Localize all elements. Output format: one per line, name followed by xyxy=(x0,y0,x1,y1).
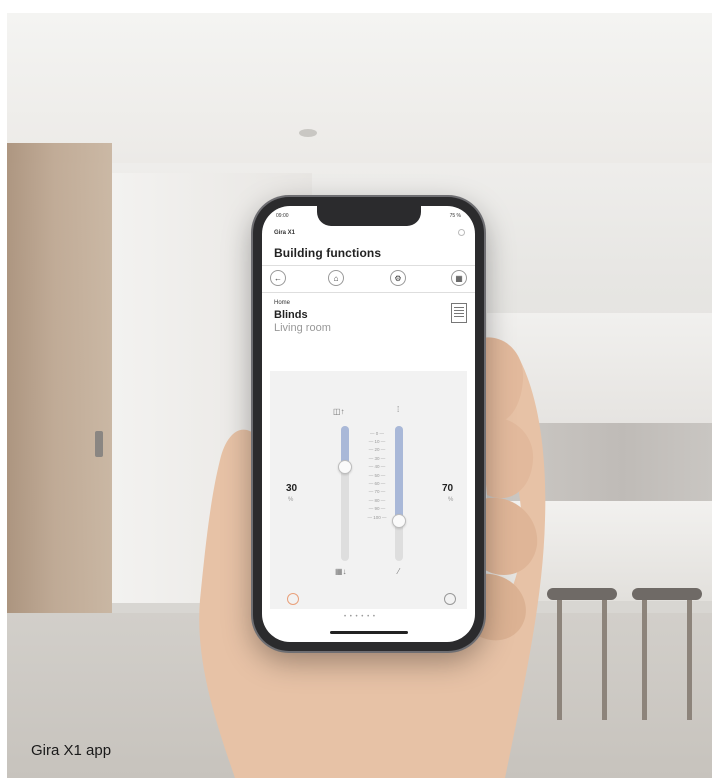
stop-button[interactable] xyxy=(287,593,299,605)
room-name: Living room xyxy=(274,322,331,334)
scale-tick: — 70 — xyxy=(368,489,386,495)
blind-up-icon[interactable]: ◫↑ xyxy=(333,407,345,416)
nav-bar: ← ⌂ ⚙ ▦ xyxy=(270,270,467,288)
control-panel: ◫↑ ⁞ — 0 — — 10 — — 20 — — 30 — — 40 — — 50 —… xyxy=(270,371,467,609)
status-bar: 09:00 75 % xyxy=(272,213,465,223)
ceiling-light xyxy=(299,129,317,137)
home-indicator xyxy=(330,631,408,634)
grid-icon[interactable]: ▦ xyxy=(451,270,467,286)
app-screen: 09:00 75 % Gira X1 Building functions ← … xyxy=(262,206,475,642)
scale-tick: — 40 — xyxy=(368,464,386,470)
blind-down-icon[interactable]: ▦↓ xyxy=(335,567,347,576)
scale-tick: — 30 — xyxy=(368,455,386,461)
slat-slider-handle[interactable] xyxy=(392,514,406,528)
slat-slider-fill xyxy=(395,426,403,521)
back-arrow-icon[interactable]: ← xyxy=(270,270,286,286)
breadcrumb: Home xyxy=(274,300,291,306)
smartphone: 09:00 75 % Gira X1 Building functions ← … xyxy=(253,197,484,651)
position-slider[interactable] xyxy=(341,426,349,561)
scale-tick: — 80 — xyxy=(368,497,386,503)
position-value: 30 xyxy=(286,483,298,494)
wall-switch xyxy=(95,431,103,457)
battery-status: 75 % xyxy=(449,213,461,219)
scale-tick: — 100 — xyxy=(367,514,387,520)
slat-slider[interactable] xyxy=(395,426,403,561)
slat-value: 70 xyxy=(442,483,454,494)
caption: Gira X1 app xyxy=(31,742,112,759)
home-icon[interactable]: ⌂ xyxy=(328,270,344,286)
slat-close-icon[interactable]: ⁄ xyxy=(398,567,399,576)
scale-tick: — 20 — xyxy=(368,447,386,453)
photo-stage: 09:00 75 % Gira X1 Building functions ← … xyxy=(0,0,712,778)
scale-tick: — 90 — xyxy=(368,506,386,512)
status-time: 09:00 xyxy=(276,213,289,219)
scale-tick: — 50 — xyxy=(368,472,386,478)
settings-icon[interactable]: ⚙ xyxy=(390,270,406,286)
position-slider-handle[interactable] xyxy=(338,460,352,474)
scale-tick: — 60 — xyxy=(368,481,386,487)
app-name: Gira X1 xyxy=(274,230,296,236)
page-indicator: • • • • • • xyxy=(344,614,376,620)
blinds-icon xyxy=(451,303,467,323)
ceiling xyxy=(7,13,712,163)
divider xyxy=(262,265,475,266)
slat-unit: % xyxy=(448,497,454,503)
scale-tick: — 0 — xyxy=(369,430,384,436)
position-unit: % xyxy=(288,497,294,503)
function-name: Blinds xyxy=(274,309,308,321)
bar-stool xyxy=(547,588,617,723)
info-icon[interactable] xyxy=(458,229,465,236)
divider xyxy=(262,292,475,293)
scale-tick: — 10 — xyxy=(368,439,386,445)
percentage-scale: — 0 — — 10 — — 20 — — 30 — — 40 — — 50 — — 60 … xyxy=(362,429,392,521)
page-title: Building functions xyxy=(274,246,382,260)
timer-icon[interactable] xyxy=(444,593,456,605)
slat-icon[interactable]: ⁞ xyxy=(397,405,399,414)
bar-stool xyxy=(632,588,702,723)
